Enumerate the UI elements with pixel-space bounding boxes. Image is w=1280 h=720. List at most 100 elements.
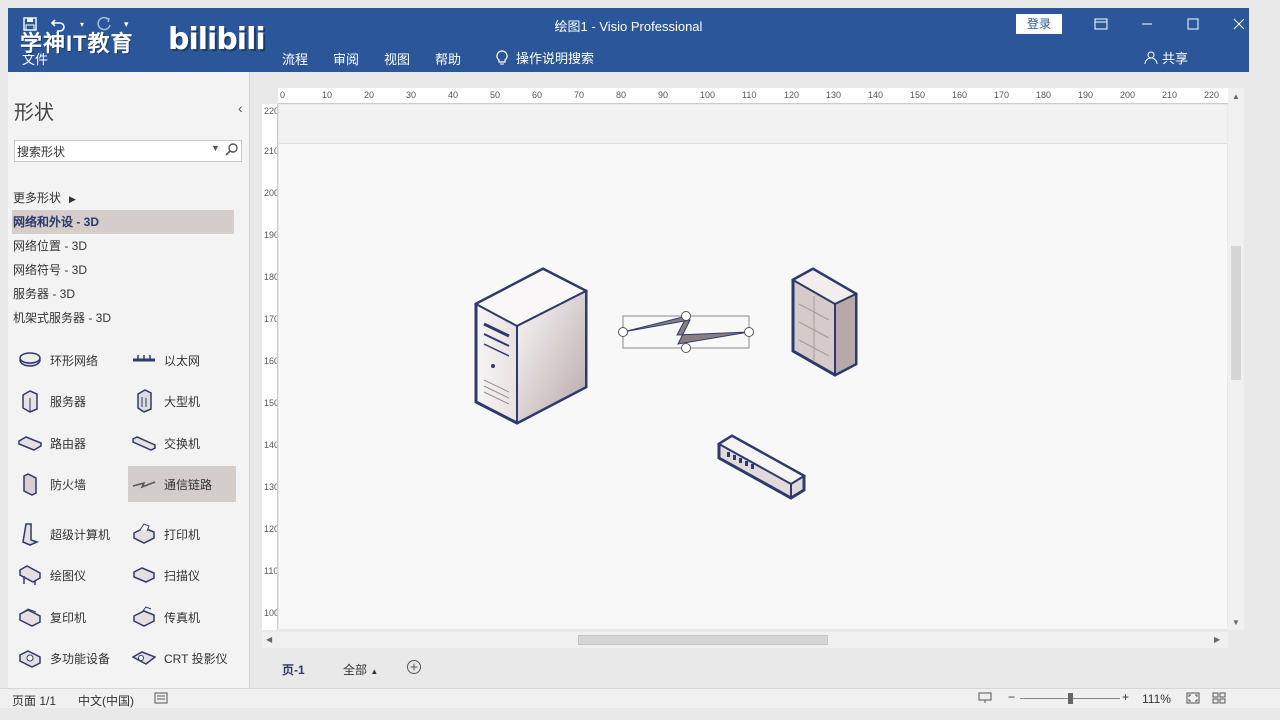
shape-crt-projector[interactable]: CRT 投影仪 [128,640,236,676]
language-indicator[interactable]: 中文(中国) [78,692,134,709]
ruler-tick: 170 [264,314,278,324]
chevron-right-icon: ▶ [69,194,76,204]
shape-plotter[interactable]: 绘图仪 [14,557,122,593]
share-button[interactable]: 共享 [1144,48,1188,67]
printer-icon [132,522,156,546]
zoom-slider-knob[interactable] [1068,693,1073,704]
ruler-tick: 110 [742,90,757,100]
collapse-panel-icon[interactable]: ‹ [238,100,243,116]
scroll-up-icon[interactable]: ▲ [1232,92,1240,101]
close-icon[interactable] [1216,12,1262,36]
vertical-ruler[interactable]: 220 210 200 190 180 170 160 150 140 130 … [262,104,278,630]
scroll-down-icon[interactable]: ▼ [1232,618,1240,627]
maximize-icon[interactable] [1170,12,1216,36]
shape-mfp[interactable]: 多功能设备 [14,640,122,676]
switch-windows-icon[interactable] [1212,692,1226,707]
tab-view[interactable]: 视图 [384,49,410,68]
shape-ring-network[interactable]: 环形网络 [14,342,122,378]
stencil-network-peripherals-3d[interactable]: 网络和外设 - 3D [12,210,234,234]
ruler-tick: 220 [1204,90,1220,100]
ruler-tick: 130 [264,482,278,492]
ribbon-display-icon[interactable] [1078,12,1124,36]
shape-fax[interactable]: 传真机 [128,599,236,635]
vertical-scroll-thumb[interactable] [1231,246,1241,380]
search-dropdown-icon[interactable]: ▼ [211,143,220,153]
horizontal-scroll-thumb[interactable] [578,635,828,645]
comm-link-shape[interactable] [618,311,754,353]
stencil-network-locations-3d[interactable]: 网络位置 - 3D [12,234,234,258]
firewall-shape[interactable] [790,267,859,377]
more-shapes-label: 更多形状 [13,191,62,205]
ruler-tick: 210 [264,146,278,156]
page-indicator[interactable]: 页面 1/1 [12,692,56,709]
ruler-tick: 210 [1162,90,1178,100]
tell-me-search[interactable]: 操作说明搜索 [496,48,594,67]
horizontal-scrollbar[interactable]: ◀ ▶ [262,632,1228,648]
shape-mainframe[interactable]: 大型机 [128,383,236,419]
shape-label: 打印机 [164,527,201,542]
more-shapes[interactable]: 更多形状 ▶ [12,186,234,210]
ruler-tick: 180 [264,272,278,282]
stencil-rack-servers-3d[interactable]: 机架式服务器 - 3D [12,306,234,330]
tab-process[interactable]: 流程 [282,49,308,68]
tab-review[interactable]: 审阅 [333,49,359,68]
shape-label: 服务器 [50,394,87,409]
all-pages-button[interactable]: 全部 ▲ [343,661,378,678]
shape-switch[interactable]: 交换机 [128,425,236,461]
search-icon[interactable] [225,142,239,159]
shape-router[interactable]: 路由器 [14,425,122,461]
shape-comm-link[interactable]: 通信链路 [128,466,236,502]
window-controls [1078,12,1262,36]
shape-printer[interactable]: 打印机 [128,516,236,552]
vertical-scrollbar[interactable]: ▲ ▼ [1228,88,1244,630]
ruler-tick: 30 [406,90,417,100]
shape-scanner[interactable]: 扫描仪 [128,557,236,593]
shape-ethernet[interactable]: 以太网 [128,342,236,378]
presentation-mode-icon[interactable] [978,692,992,707]
shape-label: 复印机 [50,610,87,625]
scroll-right-icon[interactable]: ▶ [1214,635,1220,644]
shape-server[interactable]: 服务器 [14,383,122,419]
horizontal-ruler[interactable]: 0 10 20 30 40 50 60 70 80 90 100 110 120… [278,88,1228,104]
ruler-tick: 0 [280,90,286,100]
tab-page-1[interactable]: 页-1 [282,661,305,678]
ruler-tick: 100 [700,90,716,100]
login-button[interactable]: 登录 [1016,14,1062,34]
caret-up-icon: ▲ [370,667,379,676]
minimize-icon[interactable] [1124,12,1170,36]
drawing-page[interactable] [279,143,1227,629]
ruler-tick: 140 [264,440,278,450]
zoom-level[interactable]: 111% [1142,692,1171,706]
ruler-tick: 140 [868,90,884,100]
shape-copier[interactable]: 复印机 [14,599,122,635]
stencil-network-symbols-3d[interactable]: 网络符号 - 3D [12,258,234,282]
ruler-tick: 200 [1120,90,1136,100]
page-tabs: 页-1 全部 ▲ [262,654,1242,682]
shape-supercomputer[interactable]: 超级计算机 [14,516,122,552]
shape-label: 多功能设备 [50,651,111,666]
macro-record-icon[interactable] [154,692,168,707]
mfp-icon [18,646,42,670]
search-input[interactable] [17,143,207,159]
add-page-icon[interactable] [406,659,422,678]
stencil-list: 更多形状 ▶ 网络和外设 - 3D 网络位置 - 3D 网络符号 - 3D 服务器… [12,186,234,330]
ruler-tick: 160 [264,356,278,366]
switch-shape[interactable] [717,434,806,500]
ruler-tick: 160 [952,90,968,100]
scroll-left-icon[interactable]: ◀ [266,635,272,644]
scanner-icon [132,563,156,587]
firewall-icon [18,472,42,496]
stencil-servers-3d[interactable]: 服务器 - 3D [12,282,234,306]
tab-help[interactable]: 帮助 [435,49,461,68]
shape-firewall[interactable]: 防火墙 [14,466,122,502]
zoom-in-icon[interactable]: + [1122,690,1129,704]
all-pages-label: 全部 [343,663,368,677]
shape-label: 扫描仪 [164,568,201,583]
switch-icon [132,431,156,455]
ruler-tick: 80 [616,90,627,100]
drawing-canvas[interactable] [279,105,1227,629]
zoom-out-icon[interactable]: − [1008,690,1015,704]
ruler-tick: 190 [1078,90,1094,100]
fit-page-icon[interactable] [1186,692,1200,707]
server-shape[interactable] [473,267,589,425]
